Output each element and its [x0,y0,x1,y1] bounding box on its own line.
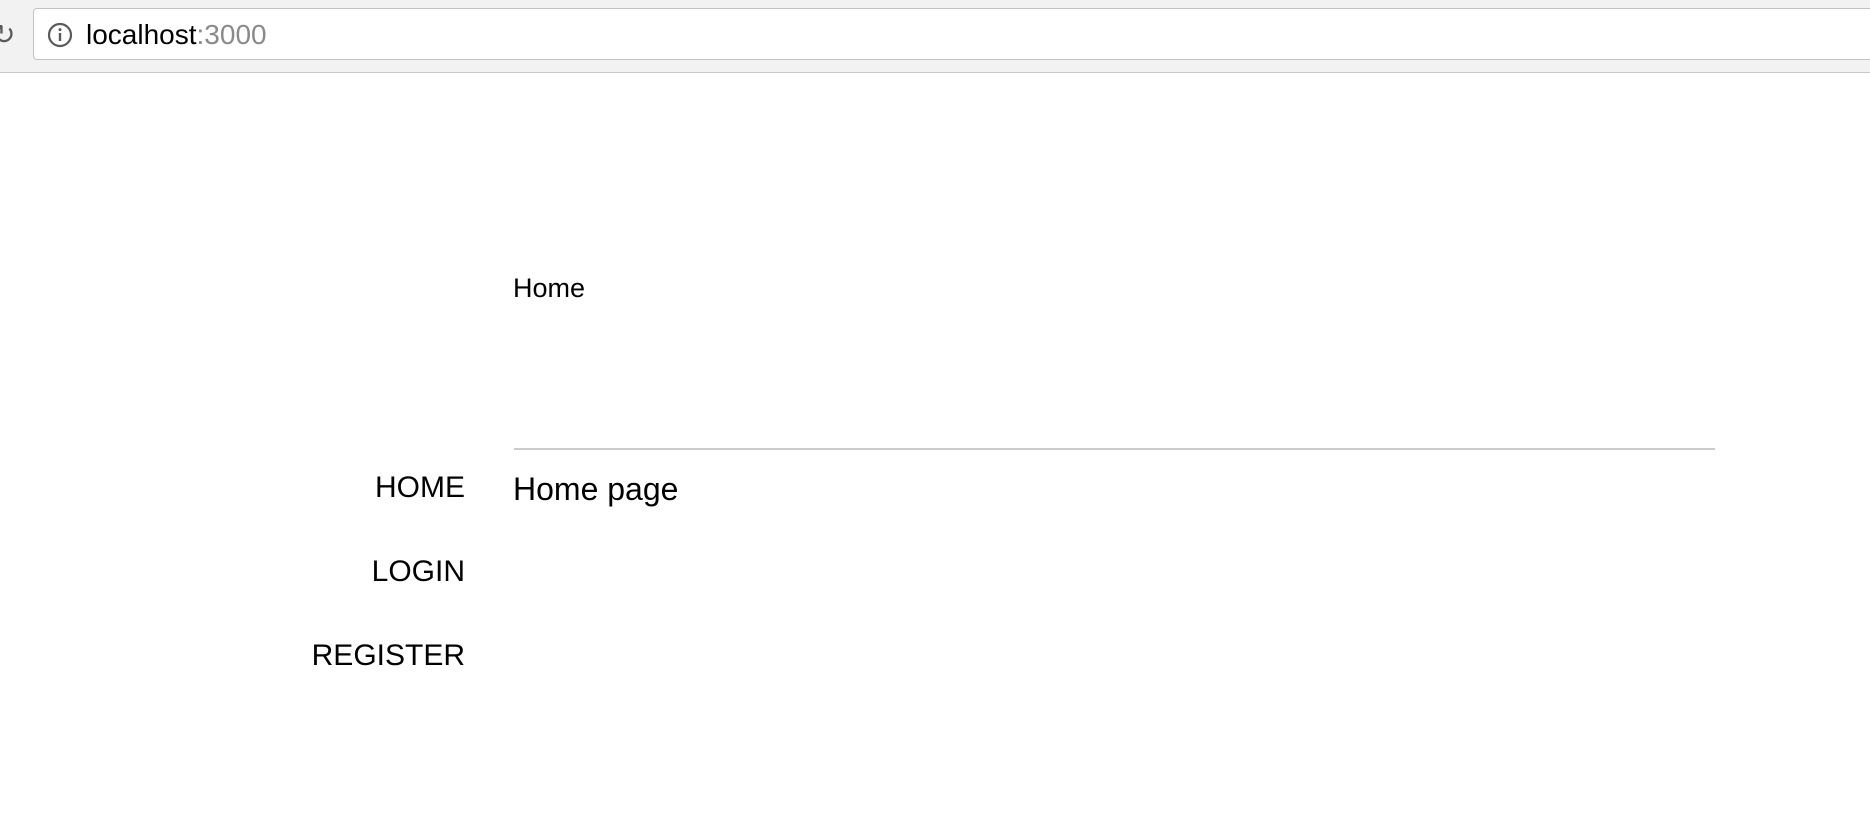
page-title: Home [513,273,586,303]
reload-icon[interactable]: ↻ [0,21,15,49]
browser-toolbar: ↻ localhost:3000 [0,0,1870,73]
url-port: :3000 [196,19,267,50]
nav-item-home[interactable]: HOME [250,470,465,506]
url-host: localhost [86,19,197,50]
header-divider [514,448,1715,450]
info-icon[interactable] [47,22,73,48]
url-text: localhost:3000 [86,20,267,50]
content-heading: Home page [513,471,679,507]
address-bar[interactable]: localhost:3000 [33,8,1870,60]
side-nav: HOME LOGIN REGISTER [250,470,465,674]
nav-item-login[interactable]: LOGIN [250,554,465,590]
nav-item-register[interactable]: REGISTER [250,638,465,674]
